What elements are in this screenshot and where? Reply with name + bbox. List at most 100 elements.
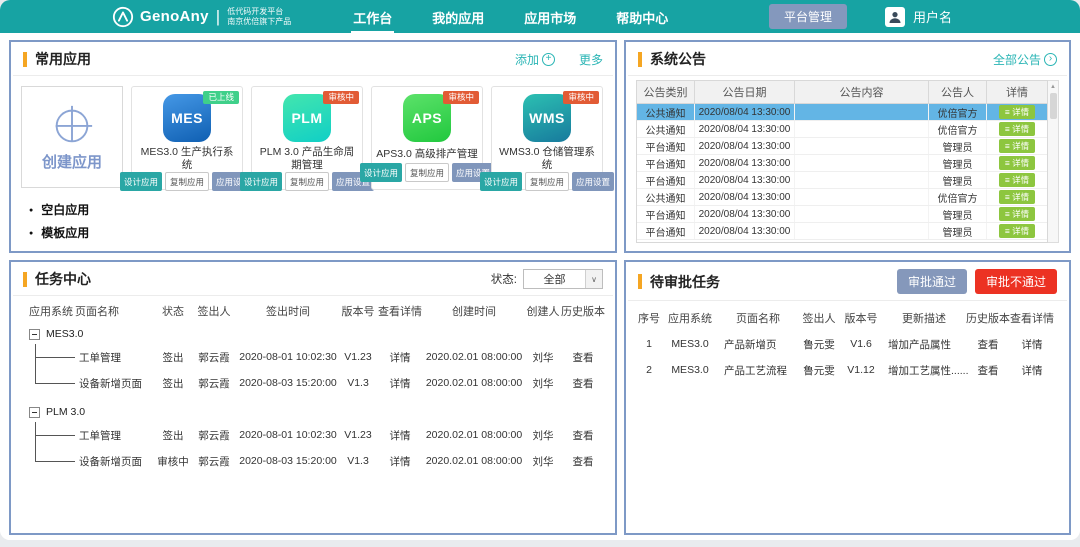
column-header: 查看详情: [1010, 310, 1054, 326]
announcement-row[interactable]: 公共通知2020/08/04 13:30:00优倍官方≡ 详情: [637, 104, 1047, 121]
view-history-link[interactable]: 查看: [966, 363, 1010, 378]
view-history-link[interactable]: 查看: [966, 337, 1010, 352]
copy-app-button[interactable]: 复制应用: [405, 163, 449, 182]
task-creator: 刘华: [525, 376, 561, 391]
announcement-publisher: 管理员: [929, 172, 987, 188]
view-detail-link[interactable]: 详情: [1010, 363, 1054, 378]
nav-item[interactable]: 我的应用: [430, 0, 486, 33]
column-header: 公告类别: [637, 81, 695, 103]
announcement-type: 公共通知: [637, 189, 695, 205]
create-option[interactable]: ●模板应用: [29, 222, 123, 245]
tree-connector: [21, 370, 67, 396]
nav-item[interactable]: 应用市场: [522, 0, 578, 33]
platform-admin-button[interactable]: 平台管理: [769, 4, 847, 29]
announcement-detail-button[interactable]: ≡ 详情: [999, 122, 1035, 136]
view-detail-link[interactable]: 详情: [377, 350, 423, 365]
app-card[interactable]: WMS审核中WMS3.0 仓储管理系统设计应用复制应用应用设置: [491, 86, 603, 190]
task-row[interactable]: 工单管理签出郭云霞2020-08-01 10:02:30V1.23详情2020.…: [21, 422, 605, 448]
task-row[interactable]: 工单管理签出郭云霞2020-08-01 10:02:30V1.23详情2020.…: [21, 344, 605, 370]
copy-app-button[interactable]: 复制应用: [285, 172, 329, 191]
view-history-link[interactable]: 查看: [561, 428, 605, 443]
nav-item[interactable]: 帮助中心: [614, 0, 670, 33]
announcement-row[interactable]: 平台通知2020/08/04 13:30:00管理员≡ 详情: [637, 155, 1047, 172]
reject-button[interactable]: 审批不通过: [975, 269, 1057, 294]
column-header: 状态: [155, 303, 191, 319]
tree-connector: [21, 422, 67, 448]
announcement-detail-cell: ≡ 详情: [987, 189, 1047, 205]
collapse-icon[interactable]: [29, 407, 40, 418]
design-app-button[interactable]: 设计应用: [120, 172, 162, 191]
app-window: GenoAny | 低代码开发平台 南京优倍旗下产品 工作台我的应用应用市场帮助…: [0, 0, 1080, 540]
announcement-row[interactable]: 平台通知2020/08/04 13:30:00管理员≡ 详情: [637, 206, 1047, 223]
view-history-link[interactable]: 查看: [561, 454, 605, 469]
collapse-icon[interactable]: [29, 329, 40, 340]
task-page-name: 工单管理: [67, 428, 155, 443]
announcement-detail-button[interactable]: ≡ 详情: [999, 173, 1035, 187]
nav-item[interactable]: 工作台: [351, 0, 394, 33]
approvals-header: 待审批任务 审批通过 审批不通过: [626, 262, 1069, 300]
announcement-type: 公共通知: [637, 121, 695, 137]
view-detail-link[interactable]: 详情: [377, 454, 423, 469]
app-card[interactable]: PLM审核中PLM 3.0 产品生命周期管理设计应用复制应用应用设置: [251, 86, 363, 190]
approval-page-name: 产品工艺流程: [718, 363, 798, 378]
announcement-publisher: 管理员: [929, 223, 987, 239]
more-link[interactable]: 更多: [579, 51, 603, 68]
approval-no: 1: [636, 338, 662, 350]
task-page-name: 设备新增页面: [67, 454, 155, 469]
approvals-header-row: 序号应用系统页面名称签出人版本号更新描述历史版本查看详情: [636, 305, 1059, 331]
task-creator: 刘华: [525, 428, 561, 443]
status-select[interactable]: 全部 ∨: [523, 269, 603, 289]
task-row[interactable]: 设备新增页面签出郭云霞2020-08-03 15:20:00V1.3详情2020…: [21, 370, 605, 396]
scroll-up-icon[interactable]: ▲: [1050, 81, 1056, 90]
create-app-card[interactable]: 创建应用: [21, 86, 123, 188]
announcement-detail-button[interactable]: ≡ 详情: [999, 207, 1035, 221]
panel-title: 任务中心: [35, 269, 91, 289]
announcement-detail-button[interactable]: ≡ 详情: [999, 224, 1035, 238]
user-menu[interactable]: 用户名: [885, 7, 952, 27]
copy-app-button[interactable]: 复制应用: [525, 172, 569, 191]
column-header: 版本号: [339, 303, 377, 319]
announcement-row[interactable]: 公共通知2020/08/04 13:30:00优倍官方≡ 详情: [637, 189, 1047, 206]
design-app-button[interactable]: 设计应用: [480, 172, 522, 191]
scrollbar-thumb[interactable]: [1050, 93, 1057, 119]
column-header: 公告内容: [795, 81, 929, 103]
announcement-detail-button[interactable]: ≡ 详情: [999, 139, 1035, 153]
title-bar-accent: [23, 272, 27, 287]
view-detail-link[interactable]: 详情: [1010, 337, 1054, 352]
view-detail-link[interactable]: 详情: [377, 376, 423, 391]
app-name: APS3.0 高级排产管理: [372, 146, 482, 163]
announcement-detail-button[interactable]: ≡ 详情: [999, 105, 1035, 119]
announcements-scrollbar[interactable]: ▲: [1048, 80, 1059, 243]
app-settings-button[interactable]: 应用设置: [572, 172, 614, 191]
announcement-row[interactable]: 公共通知2020/08/04 13:30:00优倍官方≡ 详情: [637, 121, 1047, 138]
approval-row[interactable]: 1MES3.0产品新增页鲁元雯V1.6增加产品属性查看详情: [636, 331, 1059, 357]
app-card[interactable]: APS审核中APS3.0 高级排产管理设计应用复制应用应用设置: [371, 86, 483, 190]
column-header: 历史版本: [966, 310, 1010, 326]
announcement-row[interactable]: 平台通知2020/08/04 13:30:00管理员≡ 详情: [637, 223, 1047, 240]
create-option[interactable]: ●空白应用: [29, 199, 123, 222]
add-app-link[interactable]: 添加 +: [515, 51, 555, 68]
approval-description: 增加工艺属性......: [882, 363, 966, 378]
app-card[interactable]: MES已上线MES3.0 生产执行系统设计应用复制应用应用设置: [131, 86, 243, 190]
task-group-row[interactable]: MES3.0: [21, 324, 605, 344]
task-row[interactable]: 设备新增页面审核中郭云霞2020-08-03 15:20:00V1.3详情202…: [21, 448, 605, 474]
announcement-row[interactable]: 平台通知2020/08/04 13:30:00管理员≡ 详情: [637, 172, 1047, 189]
announcement-detail-button[interactable]: ≡ 详情: [999, 190, 1035, 204]
view-history-link[interactable]: 查看: [561, 376, 605, 391]
view-history-link[interactable]: 查看: [561, 350, 605, 365]
task-status: 审核中: [155, 454, 191, 469]
approval-row[interactable]: 2MES3.0产品工艺流程鲁元雯V1.12增加工艺属性......查看详情: [636, 357, 1059, 383]
approve-button[interactable]: 审批通过: [897, 269, 967, 294]
task-creator: 刘华: [525, 454, 561, 469]
copy-app-button[interactable]: 复制应用: [165, 172, 209, 191]
announcement-detail-button[interactable]: ≡ 详情: [999, 156, 1035, 170]
panel-title: 待审批任务: [650, 272, 720, 292]
announcement-row[interactable]: 平台通知2020/08/04 13:30:00管理员≡ 详情: [637, 138, 1047, 155]
design-app-button[interactable]: 设计应用: [240, 172, 282, 191]
all-announcements-link[interactable]: 全部公告 ›: [993, 51, 1057, 68]
task-group-row[interactable]: PLM 3.0: [21, 402, 605, 422]
column-header: 详情: [987, 81, 1047, 103]
view-detail-link[interactable]: 详情: [377, 428, 423, 443]
panel-common-apps: 常用应用 添加 + 更多: [9, 40, 617, 253]
design-app-button[interactable]: 设计应用: [360, 163, 402, 182]
